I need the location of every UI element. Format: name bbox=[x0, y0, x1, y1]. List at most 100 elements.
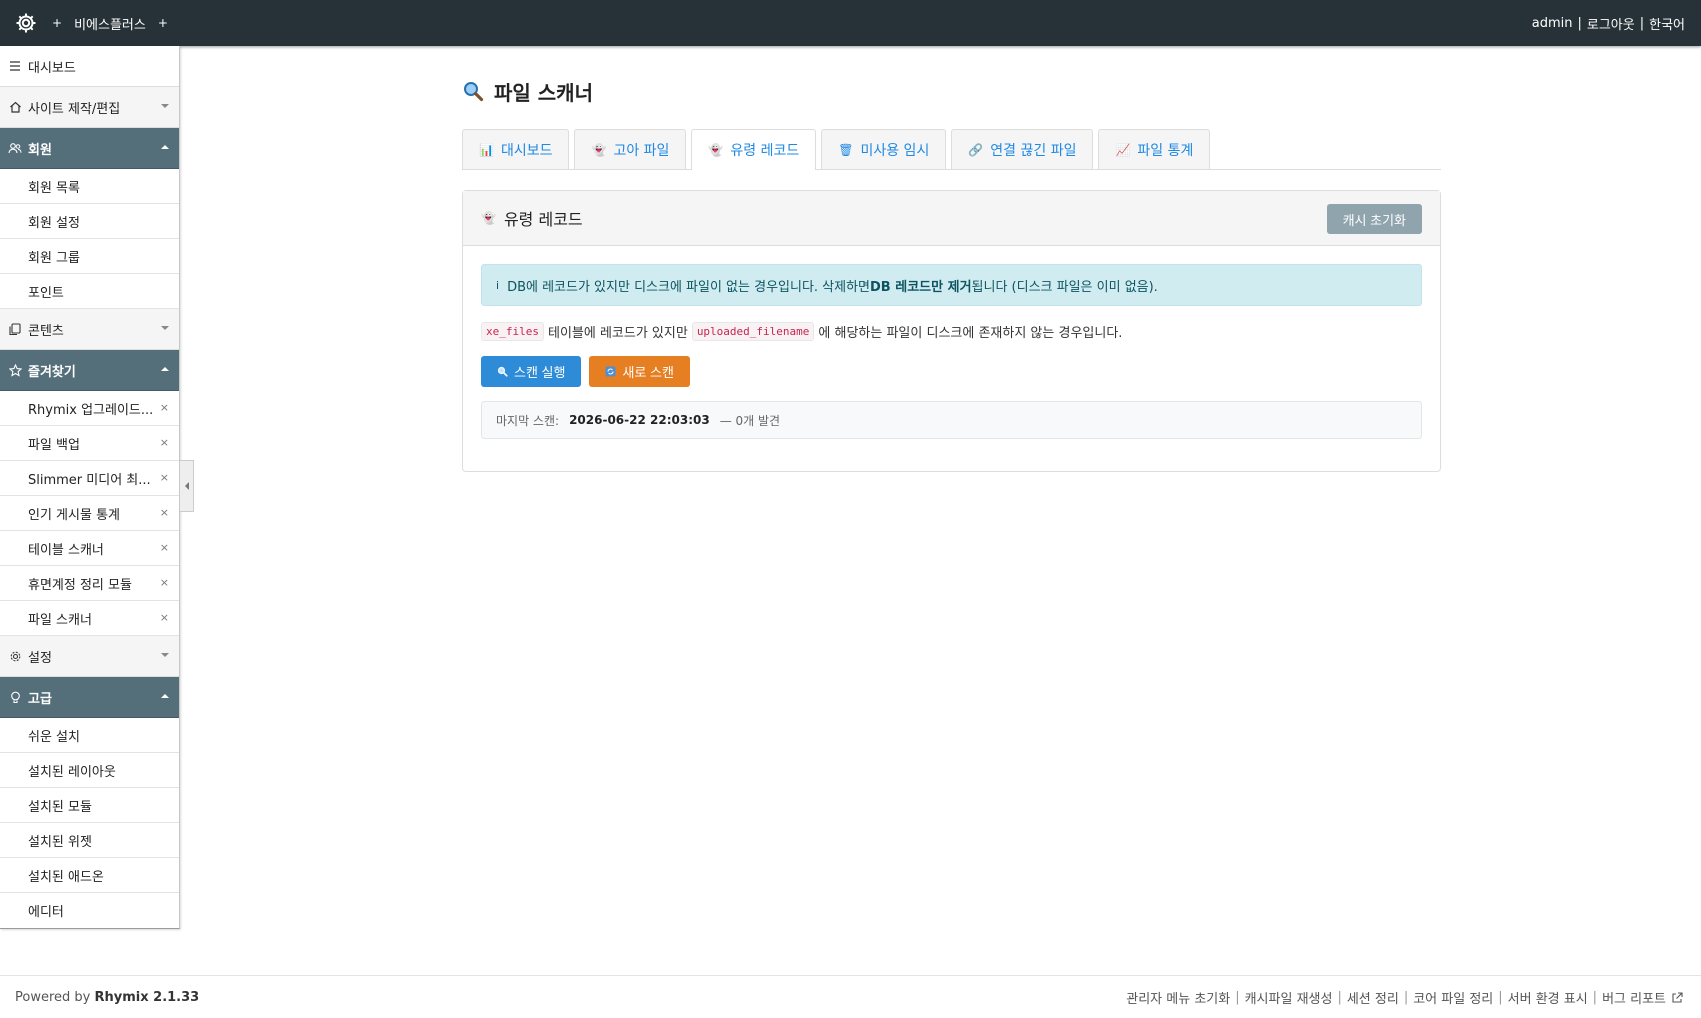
sidebar-item-favorite[interactable]: 인기 게시물 통계 × bbox=[0, 496, 179, 531]
bug-report-link[interactable]: 버그 리포트 bbox=[1602, 988, 1666, 1007]
sidebar-item-easy-install[interactable]: 쉬운 설치 bbox=[0, 718, 179, 753]
home-icon bbox=[8, 100, 22, 114]
sidebar-item-installed-modules[interactable]: 설치된 모듈 bbox=[0, 788, 179, 823]
reset-admin-menu-link[interactable]: 관리자 메뉴 초기화 bbox=[1126, 988, 1230, 1007]
sidebar-item-member-settings[interactable]: 회원 설정 bbox=[0, 204, 179, 239]
close-icon[interactable]: × bbox=[160, 611, 169, 624]
tab-file-stats[interactable]: 📈 파일 통계 bbox=[1098, 129, 1211, 169]
plus-icon[interactable]: + bbox=[158, 16, 168, 30]
separator: | bbox=[1498, 990, 1503, 1005]
user-link[interactable]: admin bbox=[1532, 16, 1573, 31]
tab-label: 고아 파일 bbox=[613, 142, 670, 159]
tab-dashboard[interactable]: 📊 대시보드 bbox=[462, 129, 570, 169]
close-icon[interactable]: × bbox=[160, 576, 169, 589]
tab-label: 유령 레코드 bbox=[730, 143, 800, 159]
sidebar-item-point[interactable]: 포인트 bbox=[0, 274, 179, 309]
panel-title: 👻 유령 레코드 bbox=[481, 206, 583, 230]
close-icon[interactable]: × bbox=[160, 541, 169, 554]
site-name-link[interactable]: 비에스플러스 bbox=[74, 14, 146, 33]
sidebar-item-label: 설치된 모듈 bbox=[28, 799, 92, 815]
tab-label: 연결 끊긴 파일 bbox=[990, 142, 1077, 159]
sidebar-group-settings[interactable]: 설정 bbox=[0, 636, 179, 677]
sidebar: 대시보드 사이트 제작/편집 회원 회원 목록 회원 설정 회원 그룹 포인트 … bbox=[0, 46, 180, 929]
tab-broken-links[interactable]: 🔗 연결 끊긴 파일 bbox=[951, 129, 1094, 169]
top-navbar: + 비에스플러스 + admin | 로그아웃 | 한국어 bbox=[0, 0, 1701, 46]
sidebar-item-label: 설치된 레이아웃 bbox=[28, 764, 116, 780]
sidebar-item-installed-widgets[interactable]: 설치된 위젯 bbox=[0, 823, 179, 858]
sidebar-item-favorite[interactable]: 휴면계정 정리 모듈 × bbox=[0, 566, 179, 601]
info-icon: i bbox=[496, 278, 500, 292]
tab-label: 미사용 임시 bbox=[860, 142, 930, 159]
sidebar-item-installed-addons[interactable]: 설치된 애드온 bbox=[0, 858, 179, 893]
sidebar-item-label: 회원 그룹 bbox=[28, 250, 80, 266]
tab-label: 대시보드 bbox=[500, 142, 553, 159]
language-link[interactable]: 한국어 bbox=[1649, 14, 1685, 33]
sidebar-item-dashboard[interactable]: 대시보드 bbox=[0, 46, 179, 87]
chevron-up-icon bbox=[161, 145, 169, 149]
tab-unused-temp[interactable]: 🗑 미사용 임시 bbox=[821, 129, 947, 169]
sidebar-group-label: 사이트 제작/편집 bbox=[28, 101, 121, 117]
sidebar-item-label: 휴면계정 정리 모듈 bbox=[28, 577, 132, 593]
footer: Powered by Rhymix 2.1.33 관리자 메뉴 초기화 | 캐시파… bbox=[0, 975, 1701, 1018]
close-icon[interactable]: × bbox=[160, 401, 169, 414]
separator: | bbox=[1577, 15, 1582, 31]
powered-prefix: Powered by bbox=[15, 989, 91, 1005]
sidebar-item-label: 회원 설정 bbox=[28, 215, 80, 231]
button-row: 스캔 실행 새로 스캔 bbox=[481, 356, 1422, 387]
code-table-name: xe_files bbox=[481, 321, 544, 341]
logout-link[interactable]: 로그아웃 bbox=[1587, 14, 1635, 33]
trash-icon: 🗑 bbox=[838, 142, 854, 157]
sidebar-group-label: 콘텐츠 bbox=[28, 323, 64, 339]
separator: | bbox=[1639, 15, 1645, 31]
sidebar-group-advanced[interactable]: 고급 bbox=[0, 677, 179, 718]
sidebar-group-contents[interactable]: 콘텐츠 bbox=[0, 309, 179, 350]
code-column-name: uploaded_filename bbox=[691, 321, 815, 341]
sidebar-group-label: 회원 bbox=[28, 142, 52, 158]
sidebar-group-site-edit[interactable]: 사이트 제작/편집 bbox=[0, 87, 179, 128]
clear-cache-button[interactable]: 캐시 초기화 bbox=[1326, 204, 1422, 234]
magnifier-icon bbox=[462, 80, 484, 102]
close-icon[interactable]: × bbox=[160, 471, 169, 484]
sidebar-item-label: 대시보드 bbox=[28, 60, 76, 76]
separator: | bbox=[1337, 990, 1342, 1005]
page-title: 파일 스캐너 bbox=[462, 76, 1441, 106]
clean-core-files-link[interactable]: 코어 파일 정리 bbox=[1413, 988, 1493, 1007]
tab-orphan-files[interactable]: 👻 고아 파일 bbox=[574, 129, 687, 169]
sidebar-item-label: 파일 백업 bbox=[28, 437, 80, 453]
main-content: 파일 스캐너 📊 대시보드 👻 고아 파일 👻 유령 레코드 🗑 미사용 임시 🔗 연결 … bbox=[462, 46, 1441, 472]
sidebar-item-favorite[interactable]: 파일 스캐너 × bbox=[0, 601, 179, 636]
search-icon bbox=[497, 366, 508, 377]
sidebar-group-label: 고급 bbox=[28, 691, 52, 707]
sidebar-item-favorite[interactable]: 파일 백업 × bbox=[0, 426, 179, 461]
rescan-button[interactable]: 새로 스캔 bbox=[589, 356, 690, 387]
sidebar-item-member-group[interactable]: 회원 그룹 bbox=[0, 239, 179, 274]
server-env-link[interactable]: 서버 환경 표시 bbox=[1508, 988, 1588, 1007]
sidebar-item-installed-layouts[interactable]: 설치된 레이아웃 bbox=[0, 753, 179, 788]
chevron-up-icon bbox=[161, 367, 169, 371]
sidebar-item-member-list[interactable]: 회원 목록 bbox=[0, 169, 179, 204]
sidebar-group-favorites[interactable]: 즐겨찾기 bbox=[0, 350, 179, 391]
powered-name[interactable]: Rhymix 2.1.33 bbox=[95, 990, 200, 1005]
sidebar-item-favorite[interactable]: 테이블 스캐너 × bbox=[0, 531, 179, 566]
bar-chart-icon: 📊 bbox=[479, 142, 494, 157]
ghost-records-panel: 👻 유령 레코드 캐시 초기화 i DB에 레코드가 있지만 디스크에 파일이 … bbox=[462, 190, 1441, 472]
tab-ghost-records[interactable]: 👻 유령 레코드 bbox=[691, 129, 817, 170]
sidebar-item-editor[interactable]: 에디터 bbox=[0, 893, 179, 928]
clear-session-link[interactable]: 세션 정리 bbox=[1347, 988, 1399, 1007]
sidebar-item-favorite[interactable]: Slimmer 미디어 최... × bbox=[0, 461, 179, 496]
gear-icon bbox=[8, 649, 22, 663]
close-icon[interactable]: × bbox=[160, 436, 169, 449]
regenerate-cache-link[interactable]: 캐시파일 재생성 bbox=[1245, 988, 1333, 1007]
sidebar-group-member[interactable]: 회원 bbox=[0, 128, 179, 169]
footer-links: 관리자 메뉴 초기화 | 캐시파일 재생성 | 세션 정리 | 코어 파일 정리 | 서… bbox=[1126, 976, 1683, 1018]
run-scan-button[interactable]: 스캔 실행 bbox=[481, 356, 582, 387]
description: xe_files 테이블에 레코드가 있지만 uploaded_filename… bbox=[481, 320, 1422, 342]
sidebar-item-label: 회원 목록 bbox=[28, 180, 80, 196]
close-icon[interactable]: × bbox=[160, 506, 169, 519]
sidebar-collapse-handle[interactable] bbox=[180, 460, 194, 512]
plus-icon[interactable]: + bbox=[52, 16, 62, 30]
panel-title-text: 유령 레코드 bbox=[503, 210, 583, 229]
sidebar-item-favorite[interactable]: Rhymix 업그레이드... × bbox=[0, 391, 179, 426]
gear-icon[interactable] bbox=[12, 9, 40, 37]
alert-text-bold: DB 레코드만 제거 bbox=[870, 279, 972, 295]
